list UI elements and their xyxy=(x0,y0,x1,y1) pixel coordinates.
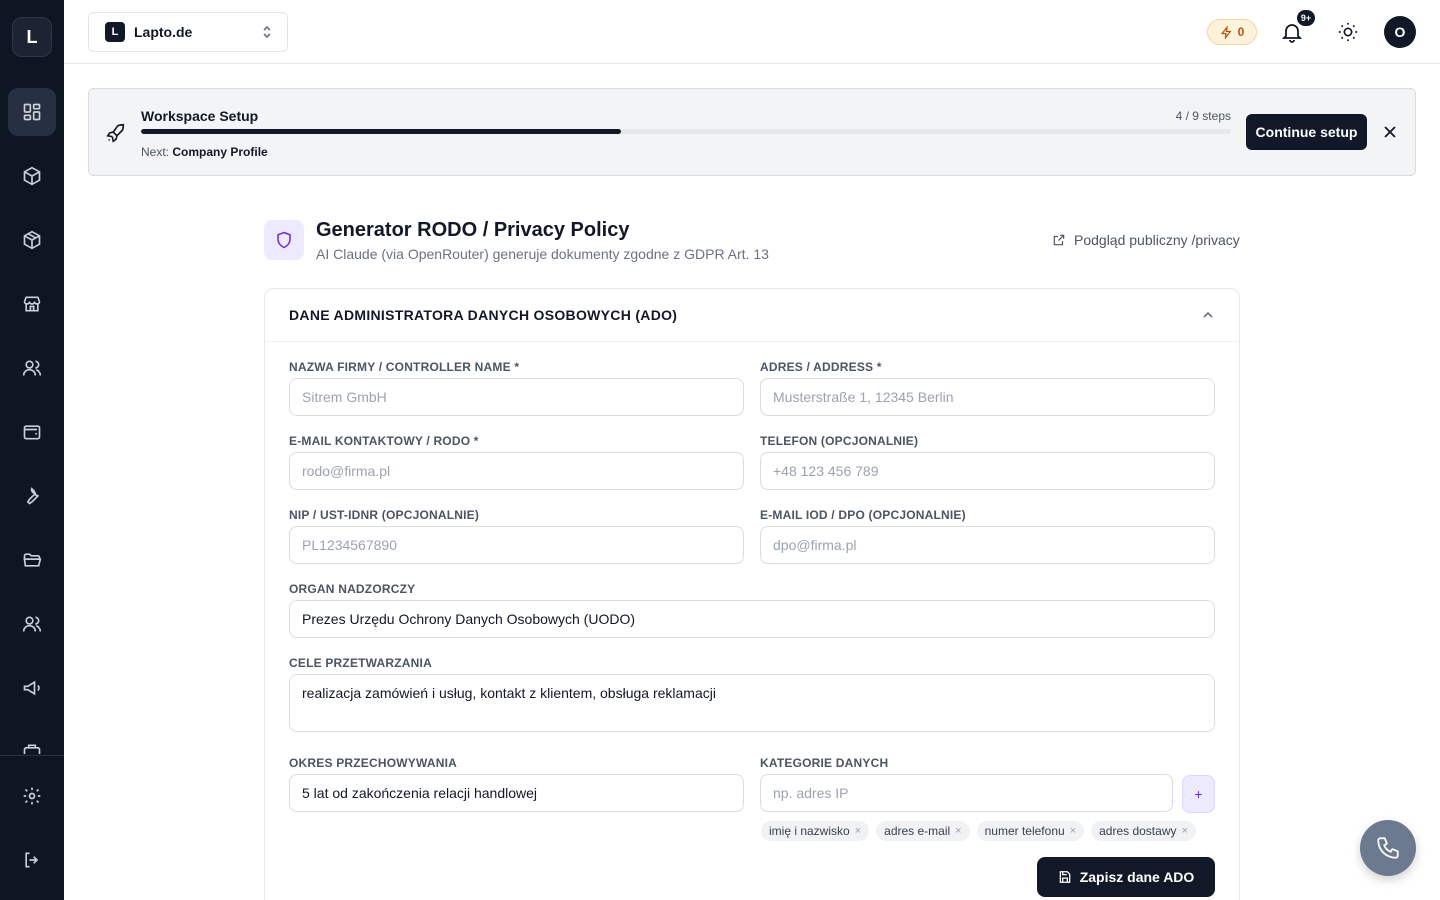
topbar: L Lapto.de 0 9+ O xyxy=(64,0,1440,64)
authority-label: ORGAN NADZORCZY xyxy=(289,582,416,596)
ado-card-header[interactable]: DANE ADMINISTRATORA DANYCH OSOBOWYCH (AD… xyxy=(265,289,1239,342)
workspace-badge: L xyxy=(105,22,125,42)
sun-icon[interactable] xyxy=(1337,21,1359,43)
purposes-textarea[interactable]: realizacja zamówień i usług, kontakt z k… xyxy=(289,674,1215,732)
workspace-select[interactable]: L Lapto.de xyxy=(88,12,288,52)
address-label: ADRES / ADDRESS * xyxy=(760,360,882,374)
phone-label: TELEFON (OPCJONALNIE) xyxy=(760,434,919,448)
chip-label: imię i nazwisko xyxy=(769,824,850,838)
nip-input[interactable]: PL1234567890 xyxy=(289,526,744,564)
setup-next: Next: Company Profile xyxy=(141,145,268,159)
shield-icon xyxy=(264,220,304,260)
sidebar: L xyxy=(0,0,64,900)
setup-next-label: Next: xyxy=(141,145,170,159)
setup-title: Workspace Setup xyxy=(141,108,259,124)
save-ado-button[interactable]: Zapisz dane ADO xyxy=(1037,857,1215,897)
categories-input[interactable]: np. adres IP xyxy=(760,774,1173,812)
save-ado-label: Zapisz dane ADO xyxy=(1079,869,1195,885)
chevron-up-icon[interactable] xyxy=(1201,308,1215,322)
email-input[interactable]: rodo@firma.pl xyxy=(289,452,744,490)
chip-label: numer telefonu xyxy=(984,824,1065,838)
category-chip: adres dostawy × xyxy=(1091,821,1196,841)
store-icon[interactable] xyxy=(8,280,56,328)
category-chip: adres e-mail × xyxy=(876,821,970,841)
continue-setup-button[interactable]: Continue setup xyxy=(1246,114,1367,150)
app-logo[interactable]: L xyxy=(12,17,52,57)
controller-name-input[interactable]: Sitrem GmbH xyxy=(289,378,744,416)
megaphone-icon[interactable] xyxy=(8,664,56,712)
lightning-icon xyxy=(1220,25,1232,39)
save-icon xyxy=(1059,871,1070,883)
chevron-updown-icon xyxy=(263,25,271,39)
address-input[interactable]: Musterstraße 1, 12345 Berlin xyxy=(760,378,1215,416)
retention-input[interactable]: 5 lat od zakończenia relacji handlowej xyxy=(289,774,744,812)
workspace-name: Lapto.de xyxy=(134,24,193,40)
workspace-setup-banner: Workspace Setup 4 / 9 steps Next: Compan… xyxy=(88,88,1416,176)
rocket-icon xyxy=(106,123,125,143)
purposes-label: CELE PRZETWARZANIA xyxy=(289,656,432,670)
credits-count: 0 xyxy=(1237,25,1245,39)
gear-icon[interactable] xyxy=(8,772,56,820)
setup-progress-bar xyxy=(141,129,1231,134)
ado-card-title: DANE ADMINISTRATORA DANYCH OSOBOWYCH (AD… xyxy=(289,307,678,323)
package-icon[interactable] xyxy=(8,152,56,200)
sidebar-divider xyxy=(0,755,64,756)
ado-card: DANE ADMINISTRATORA DANYCH OSOBOWYCH (AD… xyxy=(264,288,1240,900)
setup-next-value: Company Profile xyxy=(172,145,268,159)
controller-name-label: NAZWA FIRMY / CONTROLLER NAME * xyxy=(289,360,520,374)
external-link-icon xyxy=(1053,234,1065,246)
phone-icon xyxy=(1377,837,1399,859)
chip-remove-icon[interactable]: × xyxy=(855,825,861,837)
public-preview-label: Podgląd publiczny /privacy xyxy=(1074,232,1240,248)
wallet-icon[interactable] xyxy=(8,408,56,456)
chip-remove-icon[interactable]: × xyxy=(1070,825,1076,837)
page-subtitle: AI Claude (via OpenRouter) generuje doku… xyxy=(316,246,769,262)
users-icon[interactable] xyxy=(8,344,56,392)
phone-input[interactable]: +48 123 456 789 xyxy=(760,452,1215,490)
avatar[interactable]: O xyxy=(1384,16,1416,48)
dashboard-icon[interactable] xyxy=(8,88,56,136)
categories-label: KATEGORIE DANYCH xyxy=(760,756,889,770)
category-chips: imię i nazwisko × adres e-mail × numer tel… xyxy=(761,821,1196,841)
email-label: E-MAIL KONTAKTOWY / RODO * xyxy=(289,434,479,448)
notification-badge: 9+ xyxy=(1297,10,1315,26)
chip-label: adres e-mail xyxy=(884,824,951,838)
chip-remove-icon[interactable]: × xyxy=(1181,825,1187,837)
briefcase-icon[interactable] xyxy=(8,728,56,754)
folder-icon[interactable] xyxy=(8,536,56,584)
dpo-email-input[interactable]: dpo@firma.pl xyxy=(760,526,1215,564)
phone-call-button[interactable] xyxy=(1360,820,1416,876)
chip-remove-icon[interactable]: × xyxy=(955,825,961,837)
setup-steps: 4 / 9 steps xyxy=(1175,109,1231,123)
dpo-email-label: E-MAIL IOD / DPO (OPCJONALNIE) xyxy=(760,508,966,522)
credits-badge[interactable]: 0 xyxy=(1207,19,1257,45)
category-chip: numer telefonu × xyxy=(976,821,1085,841)
authority-input[interactable]: Prezes Urzędu Ochrony Danych Osobowych (… xyxy=(289,600,1215,638)
wrench-icon[interactable] xyxy=(8,472,56,520)
setup-progress-fill xyxy=(141,129,621,134)
add-category-button[interactable]: + xyxy=(1182,775,1215,813)
public-preview-link[interactable]: Podgląd publiczny /privacy xyxy=(1052,232,1240,248)
close-icon[interactable] xyxy=(1382,124,1398,140)
logout-icon[interactable] xyxy=(8,836,56,884)
chip-label: adres dostawy xyxy=(1099,824,1177,838)
team-icon[interactable] xyxy=(8,600,56,648)
category-chip: imię i nazwisko × xyxy=(761,821,870,841)
retention-label: OKRES PRZECHOWYWANIA xyxy=(289,756,458,770)
box-icon[interactable] xyxy=(8,216,56,264)
page-title: Generator RODO / Privacy Policy xyxy=(316,219,630,241)
nip-label: NIP / UST-IDNR (OPCJONALNIE) xyxy=(289,508,480,522)
